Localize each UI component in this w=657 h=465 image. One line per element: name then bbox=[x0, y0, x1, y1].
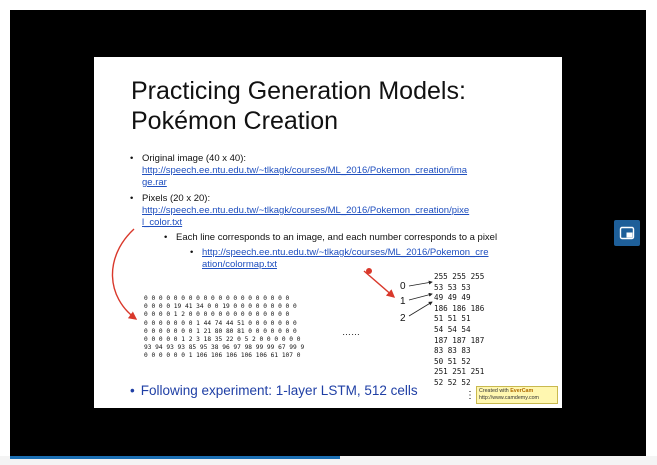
progress-bar[interactable] bbox=[10, 456, 340, 459]
picture-in-picture-button[interactable] bbox=[614, 220, 640, 246]
arrow-index-2 bbox=[408, 301, 433, 317]
red-diagonal-arrow bbox=[363, 270, 396, 298]
presentation-slide: Practicing Generation Models: Pokémon Cr… bbox=[94, 57, 562, 408]
watermark-line-2: http://www.camdemy.com bbox=[479, 395, 539, 401]
footer-bullet: • Following experiment: 1-layer LSTM, 512… bbox=[130, 383, 418, 398]
picture-in-picture-icon bbox=[619, 226, 635, 240]
watermark-prefix: Created with bbox=[479, 388, 511, 394]
evercam-watermark[interactable]: Created with EverCam http://www.camdemy.… bbox=[476, 386, 558, 404]
bullet-dot: • bbox=[130, 383, 135, 398]
annotation-arrows bbox=[111, 228, 433, 320]
arrow-index-1 bbox=[408, 292, 433, 301]
footer-text: Following experiment: 1-layer LSTM, 512 … bbox=[140, 383, 418, 398]
red-pointer-dot bbox=[366, 268, 372, 274]
watermark-line-1: Created with EverCam bbox=[479, 388, 555, 395]
watermark-brand: EverCam bbox=[510, 388, 534, 394]
arrow-index-0 bbox=[408, 280, 433, 287]
more-options-icon[interactable]: ⋮ bbox=[465, 390, 475, 401]
red-curve-arrow bbox=[111, 228, 138, 320]
